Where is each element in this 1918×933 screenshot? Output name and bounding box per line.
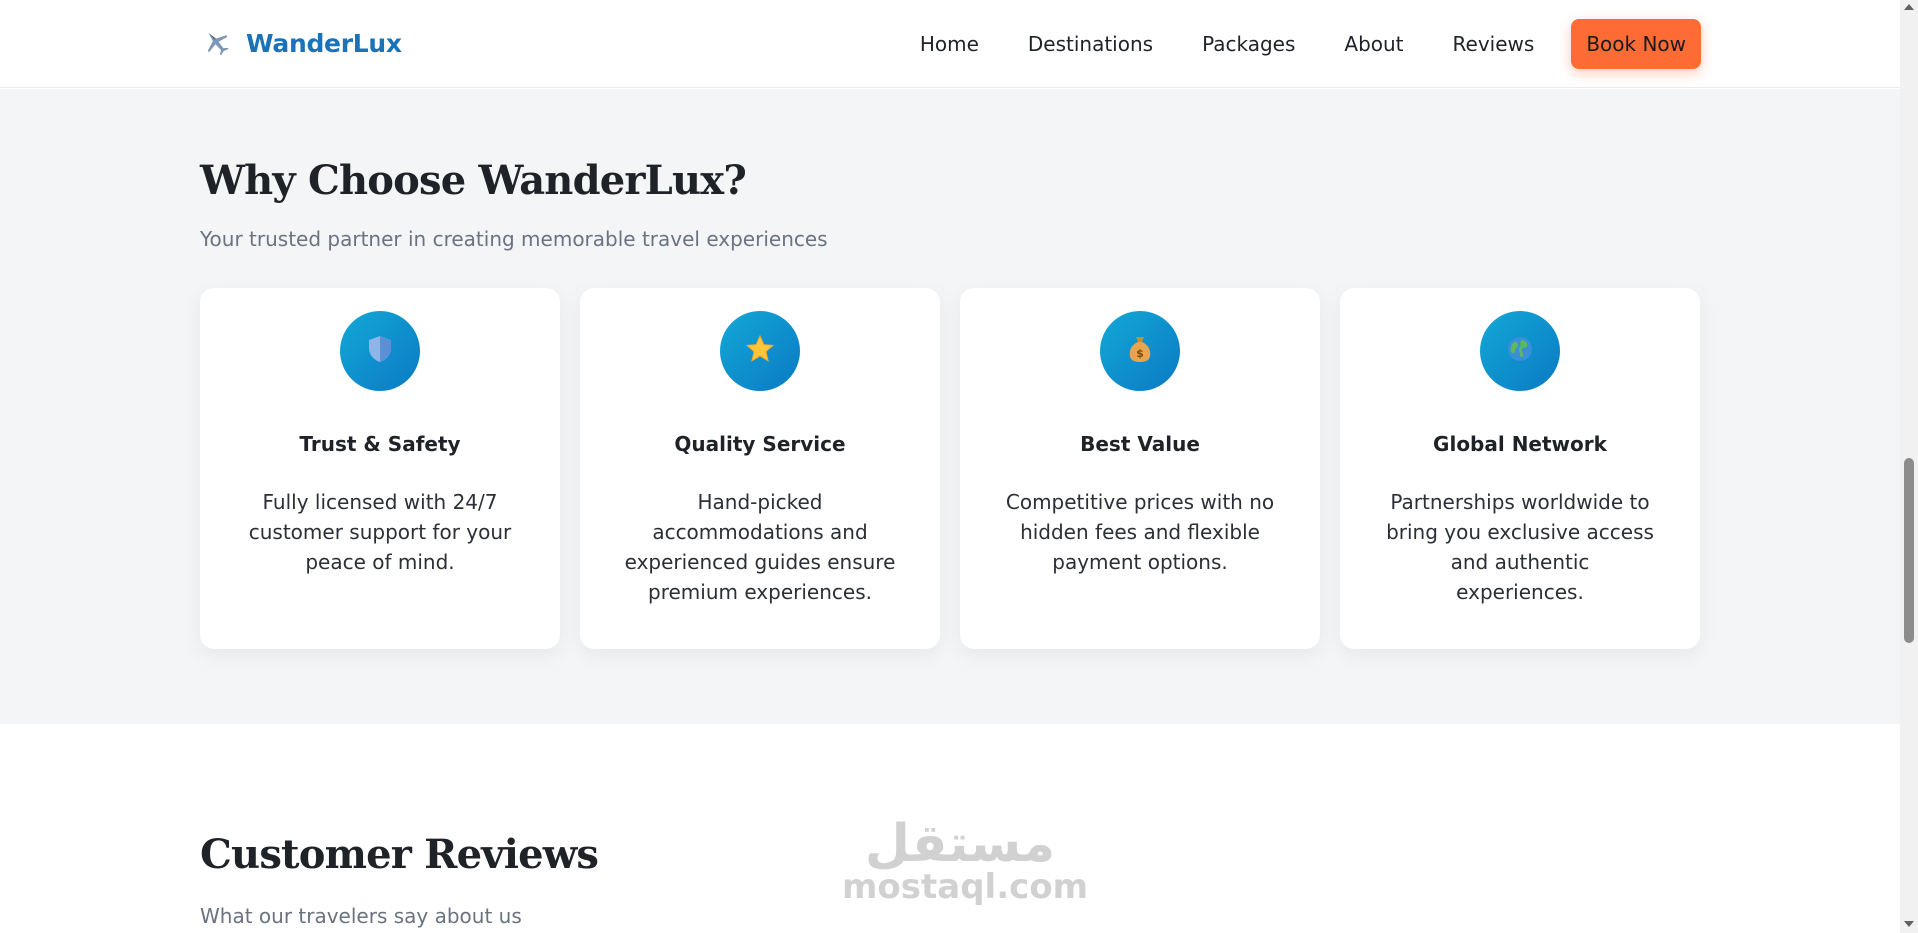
scroll-down-arrow[interactable] [1904,921,1914,927]
card-text: Partnerships worldwide to bring you excl… [1386,490,1654,604]
globe-icon [1506,335,1534,367]
card-title: Trust & Safety [299,432,461,456]
watermark-arabic: مستقل [864,814,1056,874]
card-title: Global Network [1433,432,1607,456]
airplane-icon [200,26,234,60]
icon-badge [340,311,420,391]
money-bag-icon: $ [1126,334,1154,368]
scrollbar-thumb[interactable] [1904,458,1914,643]
shield-icon [366,334,394,368]
watermark-latin: mostaql.com [842,867,1089,907]
page: WanderLux Home Destinations Packages Abo… [0,0,1900,933]
icon-badge [720,311,800,391]
feature-card-quality: Quality Service Hand-picked accommodatio… [580,288,940,649]
book-now-button[interactable]: Book Now [1571,19,1701,69]
reviews-subtitle: What our travelers say about us [200,904,522,928]
card-text: Fully licensed with 24/7 customer suppor… [248,490,512,574]
card-title: Quality Service [674,432,846,456]
feature-card-trust: Trust & Safety Fully licensed with 24/7 … [200,288,560,649]
section-subtitle: Your trusted partner in creating memorab… [200,227,828,251]
site-header: WanderLux Home Destinations Packages Abo… [0,0,1900,88]
logo[interactable]: WanderLux [200,26,402,60]
icon-badge: $ [1100,311,1180,391]
star-icon [745,334,775,368]
card-text: Competitive prices with no hidden fees a… [1005,490,1275,574]
vertical-scrollbar[interactable] [1900,0,1918,933]
feature-card-network: Global Network Partnerships worldwide to… [1340,288,1700,649]
icon-badge [1480,311,1560,391]
why-choose-section: Why Choose WanderLux? Your trusted partn… [0,89,1900,724]
nav-reviews[interactable]: Reviews [1453,32,1535,56]
card-text: Hand-picked accommodations and experienc… [624,490,896,604]
nav-destinations[interactable]: Destinations [1028,32,1153,56]
watermark: مستقل mostaql.com [842,814,1089,907]
reviews-title: Customer Reviews [200,831,599,878]
nav-about[interactable]: About [1344,32,1403,56]
brand-name: WanderLux [246,28,402,58]
section-title: Why Choose WanderLux? [200,157,747,204]
feature-cards: Trust & Safety Fully licensed with 24/7 … [200,288,1700,649]
main-nav: Home Destinations Packages About Reviews… [871,19,1701,69]
svg-text:$: $ [1136,347,1144,360]
feature-card-value: $ Best Value Competitive prices with no … [960,288,1320,649]
card-title: Best Value [1080,432,1200,456]
scroll-up-arrow[interactable] [1904,4,1914,10]
nav-packages[interactable]: Packages [1202,32,1295,56]
nav-home[interactable]: Home [920,32,979,56]
